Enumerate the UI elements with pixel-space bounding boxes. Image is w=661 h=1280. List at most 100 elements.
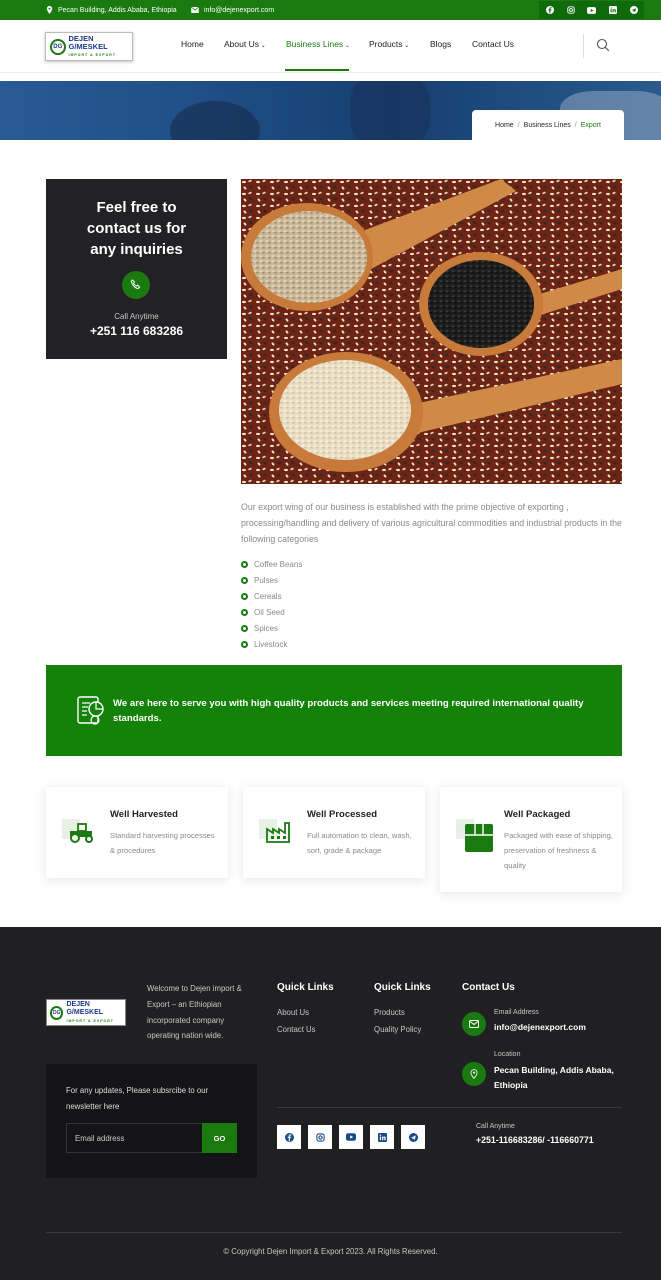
sesame-seeds-image xyxy=(241,179,622,484)
nav-business-lines[interactable]: Business Lines ⌄ xyxy=(286,39,350,49)
footer-logo[interactable]: DG DEJEN G/MESKEL IMPORT & EXPORT xyxy=(46,999,126,1026)
quality-banner-text: We are here to serve you with high quali… xyxy=(113,698,584,724)
footer-bottom-divider xyxy=(46,1232,622,1233)
chevron-down-icon: ⌄ xyxy=(258,43,266,49)
footer-location: Pecan Building, Addis Ababa, Ethiopia xyxy=(494,1065,614,1090)
breadcrumb-current: Export xyxy=(580,121,601,129)
footer-logo-title: DEJEN G/MESKEL xyxy=(66,1000,104,1016)
topbar-social xyxy=(539,1,644,19)
footer-divider xyxy=(277,1107,622,1108)
contact-phone[interactable]: +251 116 683286 xyxy=(46,324,227,338)
bullet-icon xyxy=(241,608,248,616)
footer-link-products[interactable]: Products xyxy=(374,1008,405,1017)
footer-logo-subtitle: IMPORT & EXPORT xyxy=(66,1018,114,1023)
nav-active-indicator xyxy=(285,69,349,71)
category-label: Coffee Beans xyxy=(254,559,303,569)
feature-title: Well Processed xyxy=(307,809,378,820)
linkedin-icon[interactable] xyxy=(602,1,623,19)
instagram-icon[interactable] xyxy=(308,1125,332,1149)
footer-link-quality-policy[interactable]: Quality Policy xyxy=(374,1025,421,1034)
breadcrumb: Home / Business Lines / Export xyxy=(472,110,624,140)
chevron-down-icon: ⌄ xyxy=(402,43,410,49)
footer-contact-title: Contact Us xyxy=(462,982,515,993)
footer-location-label: Location xyxy=(494,1051,521,1058)
footer-phones[interactable]: +251-116683286/ -116660771 xyxy=(476,1133,594,1148)
topbar-email-text: info@dejenexport.com xyxy=(204,6,275,14)
list-item: Coffee Beans xyxy=(241,556,302,572)
chevron-down-icon: ⌄ xyxy=(343,43,350,49)
nav-about-us[interactable]: About Us ⌄ xyxy=(224,39,266,49)
list-item: Cereals xyxy=(241,588,302,604)
export-description: Our export wing of our business is estab… xyxy=(241,502,622,544)
newsletter-email-input[interactable] xyxy=(66,1123,203,1153)
list-item: Livestock xyxy=(241,636,302,652)
facebook-icon[interactable] xyxy=(277,1125,301,1149)
topbar-email[interactable]: info@dejenexport.com xyxy=(191,0,274,20)
contact-card: Feel free to contact us for any inquirie… xyxy=(46,179,227,359)
list-item: Pulses xyxy=(241,572,302,588)
nav-home[interactable]: Home xyxy=(181,39,204,49)
phone-icon xyxy=(130,279,141,290)
topbar-address: Pecan Building, Addis Ababa, Ethiopia xyxy=(46,0,177,20)
footer-logo-text: DEJEN G/MESKEL IMPORT & EXPORT xyxy=(66,1001,125,1025)
footer-quick-links-title: Quick Links xyxy=(277,982,334,993)
breadcrumb-business-lines[interactable]: Business Lines xyxy=(524,122,571,129)
footer-email[interactable]: info@dejenexport.com xyxy=(494,1020,586,1035)
header-divider xyxy=(583,34,584,58)
site-logo[interactable]: DG DEJEN G/MESKEL IMPORT & EXPORT xyxy=(45,32,133,61)
nav-business-lines-label: Business Lines xyxy=(286,39,344,49)
linkedin-icon[interactable] xyxy=(370,1125,394,1149)
category-list: Coffee Beans Pulses Cereals Oil Seed Spi… xyxy=(241,556,302,652)
footer-quick-links-title-2: Quick Links xyxy=(374,982,431,993)
feature-text: Full automation to clean, wash, sort, gr… xyxy=(307,831,412,855)
feature-title: Well Packaged xyxy=(504,809,571,820)
telegram-icon[interactable] xyxy=(401,1125,425,1149)
feature-text: Standard harvesting processes & procedur… xyxy=(110,831,215,855)
topbar-address-text: Pecan Building, Addis Ababa, Ethiopia xyxy=(58,6,177,14)
category-label: Cereals xyxy=(254,591,282,601)
nav-blogs[interactable]: Blogs xyxy=(430,39,451,49)
search-icon[interactable] xyxy=(596,38,610,57)
location-pin-icon xyxy=(46,6,53,14)
nav-about-us-label: About Us xyxy=(224,39,259,49)
bullet-icon xyxy=(241,624,248,632)
bullet-icon xyxy=(241,560,248,568)
phone-call-button[interactable] xyxy=(122,271,150,299)
youtube-icon[interactable] xyxy=(339,1125,363,1149)
footer-logo-mark: DG xyxy=(50,1005,64,1020)
breadcrumb-home[interactable]: Home xyxy=(495,122,514,129)
footer-link-contact-us[interactable]: Contact Us xyxy=(277,1025,316,1034)
mail-icon xyxy=(191,7,199,13)
nav-contact-us[interactable]: Contact Us xyxy=(472,39,514,49)
logo-mark: DG xyxy=(50,38,66,55)
instagram-icon[interactable] xyxy=(560,1,581,19)
feature-title: Well Harvested xyxy=(110,809,178,820)
telegram-icon[interactable] xyxy=(623,1,644,19)
feature-text: Packaged with ease of shipping, preserva… xyxy=(504,831,613,870)
facebook-icon[interactable] xyxy=(539,1,560,19)
site-header: DG DEJEN G/MESKEL IMPORT & EXPORT Home A… xyxy=(0,20,661,73)
footer-link-about-us[interactable]: About Us xyxy=(277,1008,309,1017)
tractor-icon xyxy=(62,819,96,849)
quality-banner: We are here to serve you with high quali… xyxy=(46,665,622,756)
nav-products[interactable]: Products ⌄ xyxy=(369,39,409,49)
call-anytime-label: Call Anytime xyxy=(114,312,159,321)
list-item: Oil Seed xyxy=(241,604,302,620)
newsletter-box: For any updates, Please subsrcibe to our… xyxy=(46,1064,257,1178)
certificate-icon xyxy=(76,695,106,732)
bullet-icon xyxy=(241,640,248,648)
contact-card-title: Feel free to contact us for any inquirie… xyxy=(86,199,187,258)
feature-card: Well Processed Full automation to clean,… xyxy=(243,787,425,878)
footer-email-label: Email Address xyxy=(494,1009,539,1016)
newsletter-go-button[interactable]: GO xyxy=(202,1123,237,1153)
logo-text: DEJEN G/MESKEL IMPORT & EXPORT xyxy=(69,34,133,59)
youtube-icon[interactable] xyxy=(581,1,602,19)
top-bar: Pecan Building, Addis Ababa, Ethiopia in… xyxy=(0,0,661,20)
copyright-text: © Copyright Dejen Import & Export 2023. … xyxy=(223,1247,438,1256)
mail-icon xyxy=(462,1012,486,1036)
location-pin-icon xyxy=(462,1062,486,1086)
list-item: Spices xyxy=(241,620,302,636)
feature-card: Well Harvested Standard harvesting proce… xyxy=(46,787,228,878)
newsletter-text: For any updates, Please subsrcibe to our… xyxy=(66,1086,209,1111)
bullet-icon xyxy=(241,576,248,584)
